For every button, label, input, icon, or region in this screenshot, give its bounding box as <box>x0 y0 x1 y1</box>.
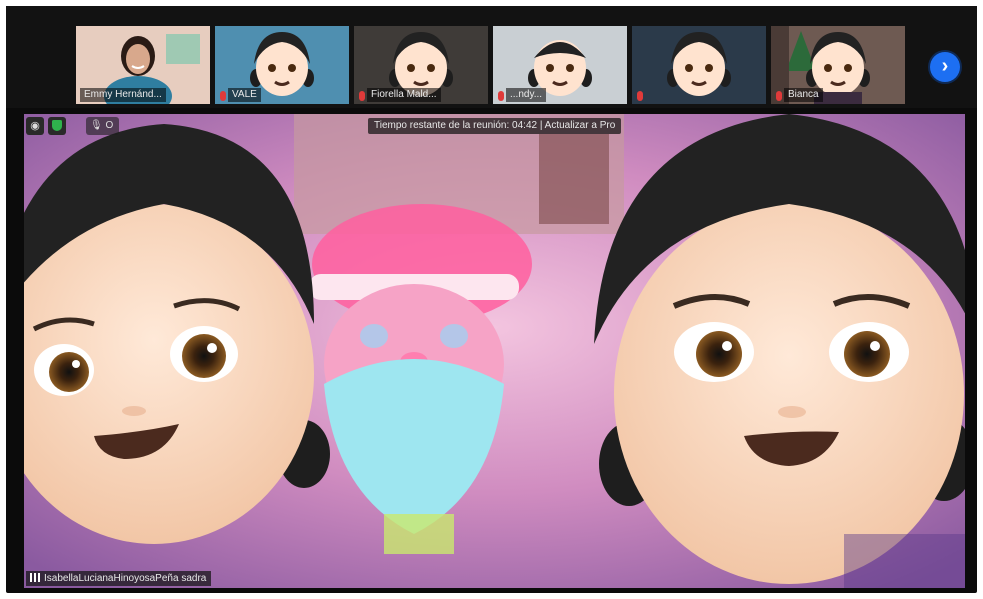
mic-muted-icon <box>498 91 504 101</box>
participant-tile[interactable]: VALE <box>215 26 349 104</box>
participant-name: Fiorella Mald... <box>367 88 441 102</box>
mic-muted-icon <box>359 91 365 101</box>
participant-name: Bianca <box>784 88 823 102</box>
participant-name: Emmy Hernánd... <box>80 88 166 102</box>
participant-tile[interactable]: Fiorella Mald... <box>354 26 488 104</box>
participant-name: VALE <box>228 88 261 102</box>
mic-muted-icon <box>776 91 782 101</box>
participant-tile[interactable]: Emmy Hernánd... <box>76 26 210 104</box>
participant-tile[interactable]: ...ndy... <box>493 26 627 104</box>
active-speaker-video[interactable]: ◉ 🎙 O Tiempo restante de la reunión: 04:… <box>24 114 965 588</box>
mic-muted-icon <box>637 91 643 101</box>
speaker-name-label: IsabellaLucianaHinoyosaPeña sadra <box>26 571 212 586</box>
video-frame <box>24 114 965 588</box>
zoom-window: Emmy Hernánd... VALE Fiorella Mald... ...nd… <box>6 6 977 593</box>
participant-name: ...ndy... <box>506 88 547 102</box>
participant-tile[interactable] <box>632 26 766 104</box>
next-page-button[interactable]: › <box>930 52 960 82</box>
shield-icon[interactable] <box>48 117 66 135</box>
info-icon[interactable]: ◉ <box>26 117 44 135</box>
participant-video <box>667 32 731 96</box>
video-topbar: ◉ 🎙 O Tiempo restante de la reunión: 04:… <box>24 114 965 136</box>
gallery-strip: Emmy Hernánd... VALE Fiorella Mald... ...nd… <box>6 6 977 108</box>
signal-icon <box>30 573 40 582</box>
mic-muted-icon <box>220 91 226 101</box>
participant-tile[interactable]: Bianca <box>771 26 905 104</box>
mic-status: 🎙 O <box>86 117 120 135</box>
meeting-timer-banner[interactable]: Tiempo restante de la reunión: 04:42 | A… <box>368 118 622 134</box>
